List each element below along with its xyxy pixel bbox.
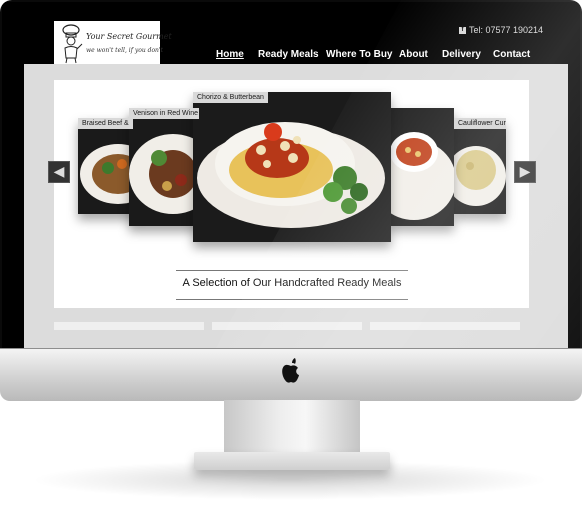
facebook-icon[interactable]: f: [459, 27, 466, 35]
content-card: [212, 322, 362, 330]
chef-icon: [62, 24, 83, 64]
carousel-slide[interactable]: Venison in Red Wine: [129, 108, 199, 226]
content-card: [54, 322, 204, 330]
meal-photo: [388, 132, 454, 220]
slide-caption: Venison in Red Wine: [129, 108, 199, 119]
nav-about[interactable]: About: [399, 49, 428, 60]
nav-where-to-buy[interactable]: Where To Buy: [326, 49, 392, 60]
logo-tagline: we won't tell, if you don't: [86, 47, 163, 54]
content-card: [370, 322, 520, 330]
carousel-next-button[interactable]: ▶: [514, 161, 536, 183]
website-screen: Your Secret Gourmet we won't tell, if yo…: [2, 2, 580, 348]
carousel-slide-active[interactable]: Chorizo & Butterbean: [193, 92, 391, 242]
page-title: A Selection of Our Handcrafted Ready Mea…: [182, 277, 402, 289]
phone-number: f Tel: 07577 190214: [459, 25, 543, 35]
nav-home[interactable]: Home: [216, 49, 244, 60]
section-heading: A Selection of Our Handcrafted Ready Mea…: [176, 270, 408, 300]
logo-text: Your Secret Gourmet: [86, 32, 172, 41]
site-logo[interactable]: Your Secret Gourmet we won't tell, if yo…: [54, 21, 172, 67]
meal-photo: [193, 92, 391, 242]
carousel-prev-button[interactable]: ◀: [48, 161, 70, 183]
meal-photo: [129, 134, 199, 214]
chevron-left-icon: ◀: [53, 163, 65, 179]
monitor-base: [194, 452, 390, 470]
monitor-bezel: Your Secret Gourmet we won't tell, if yo…: [0, 0, 582, 348]
monitor-stand: [224, 400, 360, 456]
slide-caption: Braised Beef &: [78, 118, 133, 129]
nav-contact[interactable]: Contact: [493, 49, 530, 60]
monitor-frame: Your Secret Gourmet we won't tell, if yo…: [0, 0, 582, 401]
nav-ready-meals[interactable]: Ready Meals: [258, 49, 319, 60]
chevron-right-icon: ▶: [519, 163, 531, 179]
slide-caption: Cauliflower Curry: [454, 118, 506, 129]
meal-photo: [454, 146, 506, 206]
nav-delivery[interactable]: Delivery: [442, 49, 481, 60]
carousel-slide[interactable]: Cauliflower Curry: [454, 118, 506, 214]
slide-caption: Chorizo & Butterbean: [193, 92, 268, 103]
carousel-slide[interactable]: [388, 108, 454, 226]
apple-logo-icon: [282, 358, 299, 383]
phone-text: Tel: 07577 190214: [469, 25, 544, 35]
